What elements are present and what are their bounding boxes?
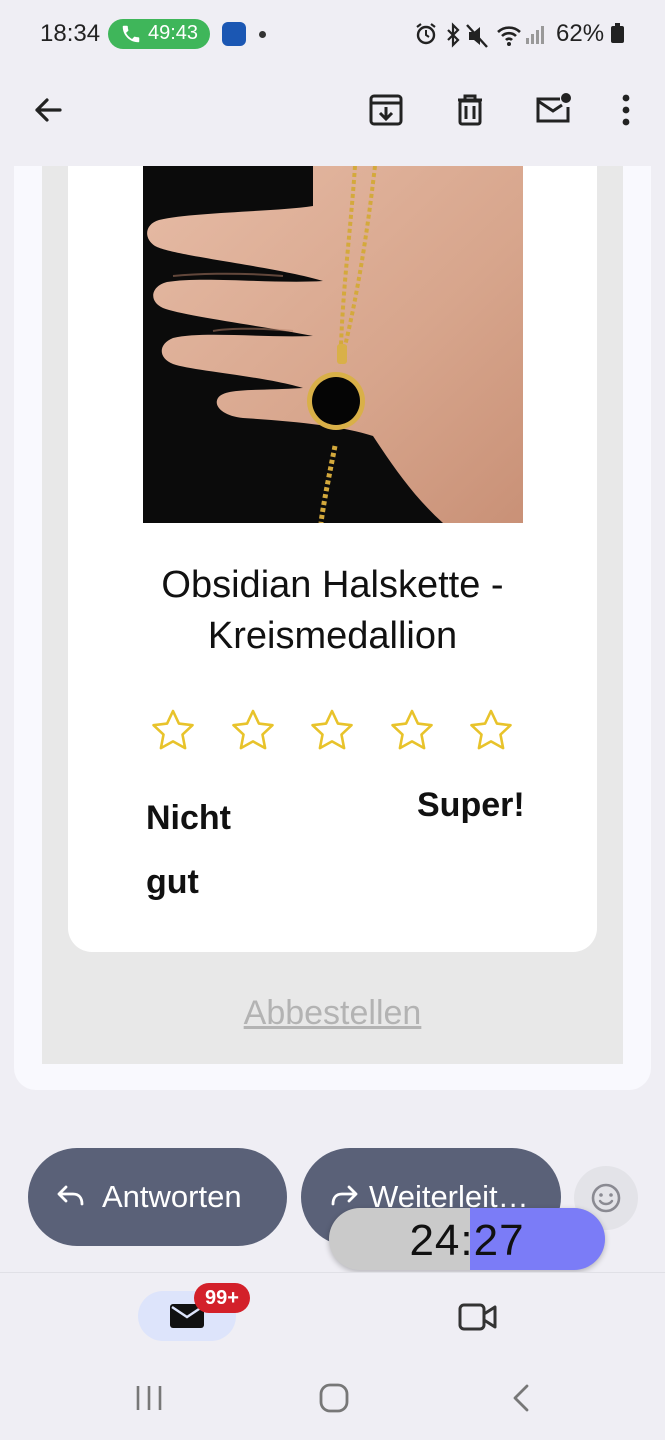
star-icon-1[interactable] [150, 708, 196, 754]
star-icon-4[interactable] [389, 708, 435, 754]
battery-text: 62% [556, 20, 605, 47]
bottom-navigation: 99+ [0, 1272, 665, 1353]
call-duration: 49:43 [148, 22, 199, 44]
status-time: 18:34 [40, 20, 101, 47]
unread-count-badge: 99+ [194, 1283, 250, 1313]
app-notification-icon [222, 22, 246, 46]
trash-icon[interactable] [450, 90, 490, 130]
timer-text: 24:27 [409, 1216, 525, 1265]
notification-dot-icon [259, 31, 266, 38]
call-chip[interactable]: 49:43 [108, 19, 210, 49]
more-vert-icon[interactable] [606, 90, 646, 130]
timer-overlay[interactable]: 24:27 [329, 1208, 605, 1270]
battery-percent: 62% [556, 20, 624, 48]
bluetooth-icon [447, 22, 460, 48]
reply-icon [57, 1185, 84, 1206]
forward-icon [331, 1185, 358, 1206]
arrow-left-icon[interactable] [28, 90, 68, 130]
status-bar: 18:34 49:43 62% [0, 0, 665, 68]
product-image[interactable] [143, 166, 523, 523]
star-icon-5[interactable] [468, 708, 514, 754]
reply-label: Antworten [102, 1179, 242, 1214]
archive-icon[interactable] [366, 90, 406, 130]
battery-icon [610, 23, 624, 43]
unsubscribe-link[interactable]: Abbestellen [180, 994, 485, 1033]
mute-icon [466, 24, 488, 48]
phone-icon [122, 25, 140, 43]
star-icon-3[interactable] [309, 708, 355, 754]
rating-label-low: Nicht gut [146, 799, 231, 901]
system-navigation [0, 1352, 665, 1440]
mark-unread-icon[interactable] [534, 90, 574, 130]
alarm-icon [416, 23, 436, 45]
back-nav-icon[interactable] [504, 1380, 540, 1416]
video-icon[interactable] [458, 1301, 498, 1333]
recent-apps-icon[interactable] [130, 1382, 170, 1414]
rating-label-high: Super! [417, 786, 525, 824]
email-toolbar [0, 68, 665, 166]
status-icons [416, 22, 544, 48]
star-icon-2[interactable] [230, 708, 276, 754]
wifi-icon [497, 26, 521, 46]
reply-button[interactable]: Antworten [28, 1148, 287, 1246]
home-icon[interactable] [316, 1380, 352, 1416]
signal-icon [526, 26, 544, 44]
product-title: Obsidian Halskette - Kreismedallion [161, 564, 504, 657]
